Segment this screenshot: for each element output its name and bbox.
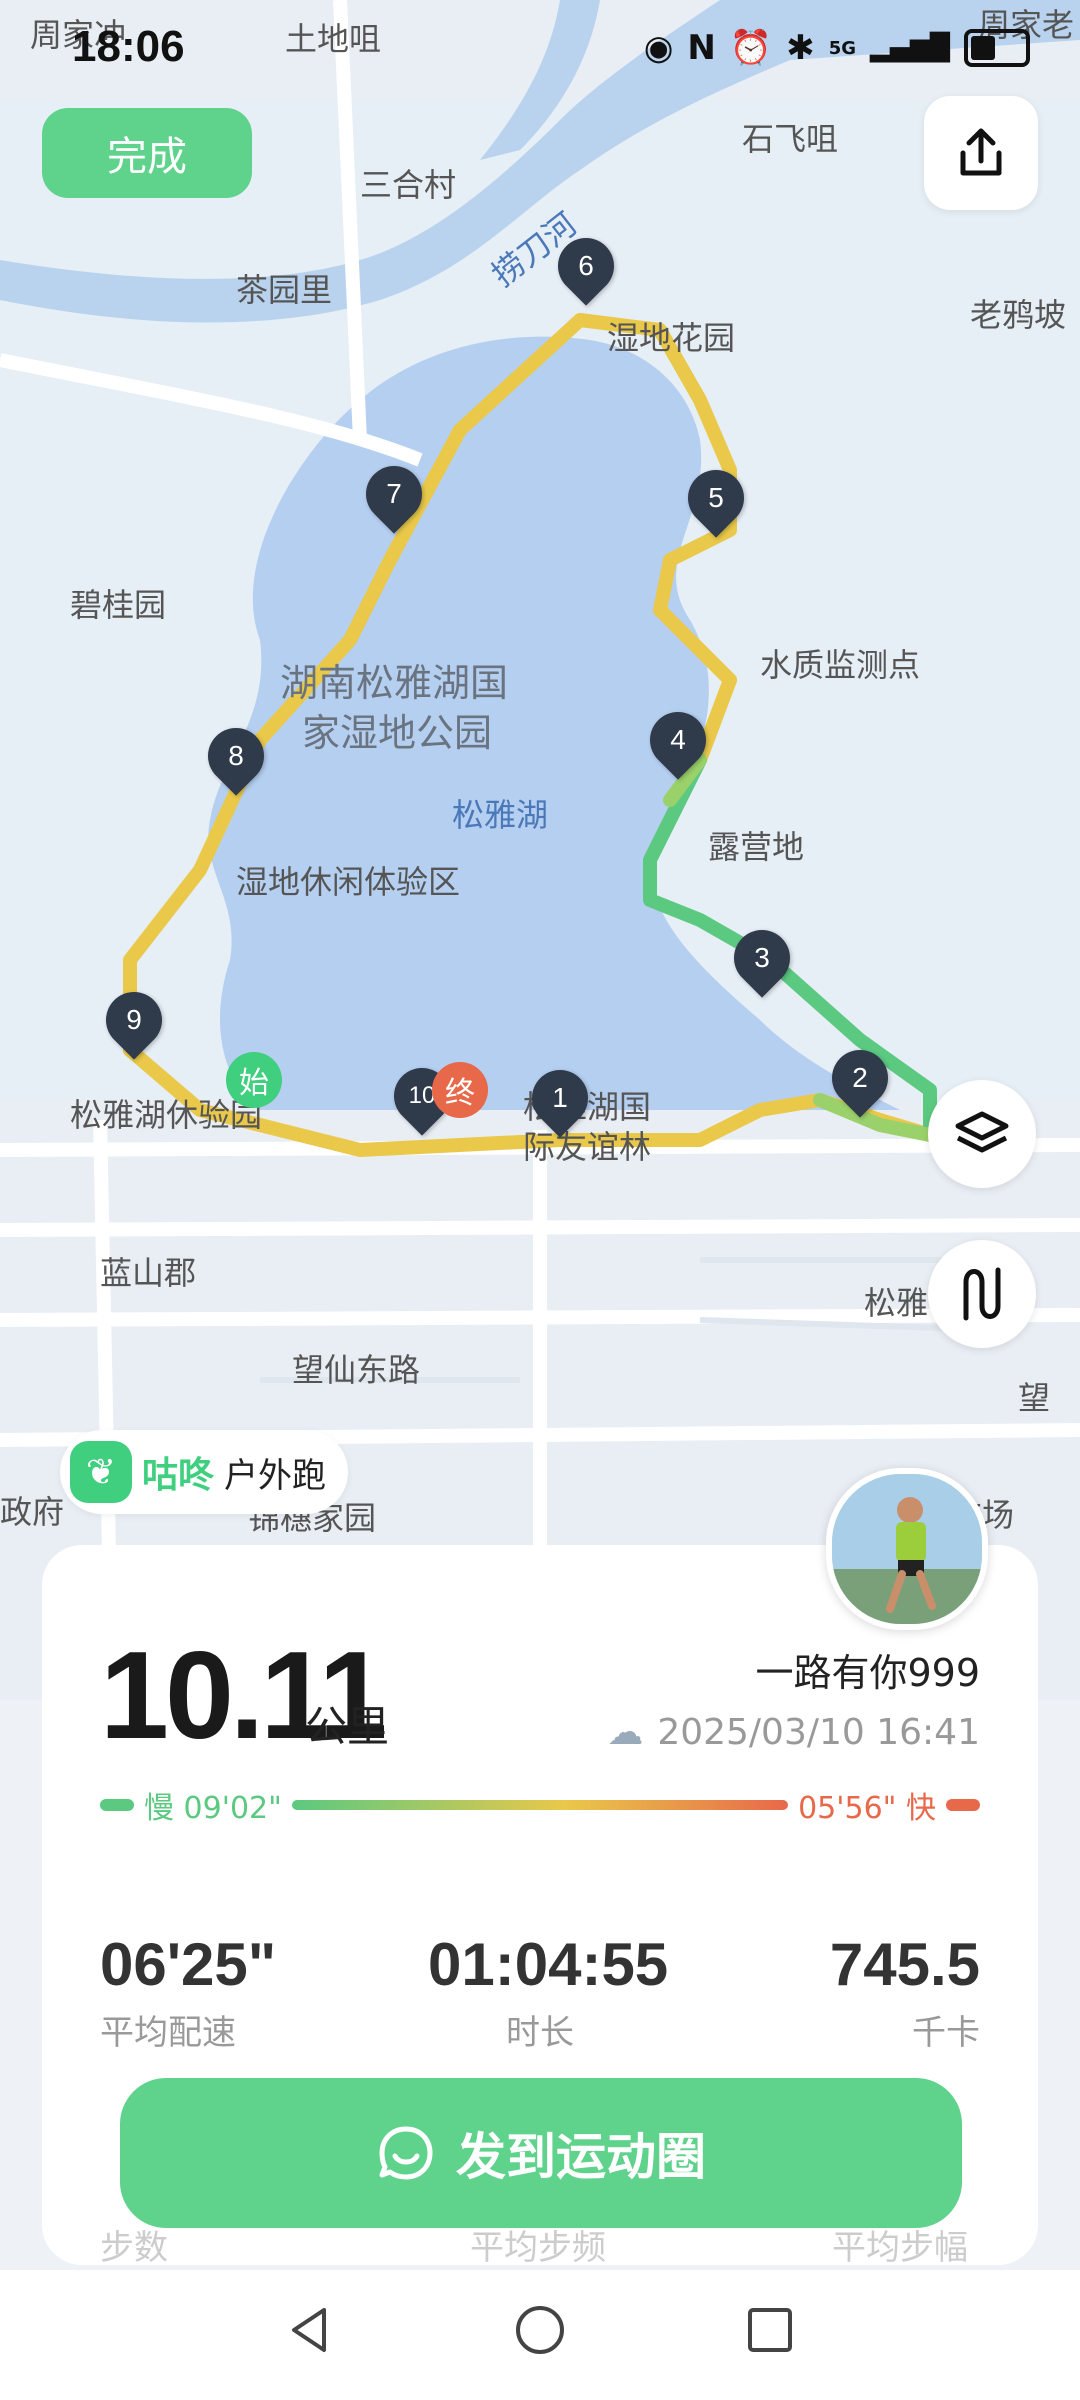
run-datetime: ☁ 2025/03/10 16:41 (607, 1712, 980, 1753)
avatar[interactable] (826, 1468, 988, 1630)
map-label-lake: 松雅湖 (452, 796, 549, 834)
end-marker: 终 (432, 1062, 488, 1118)
km-marker-1: 1 (520, 1058, 600, 1138)
status-time: 18:06 (72, 22, 185, 71)
stat-calories: 745.5 千卡 (830, 1930, 980, 2054)
done-button[interactable]: 完成 (42, 108, 252, 198)
share-icon (960, 128, 1002, 176)
map-label: 蓝山郡 (100, 1254, 197, 1292)
slow-pace-label: 慢 09'02" (144, 1791, 282, 1826)
stat-avg-pace: 06'25" 平均配速 (100, 1930, 276, 2054)
map-label: 茶园里 (236, 271, 333, 309)
km-marker-8: 8 (196, 716, 276, 796)
pace-legend: 慢 09'02" 05'56" 快 (100, 1780, 980, 1830)
back-icon[interactable] (280, 2300, 340, 2360)
stat-value: 01:04:55 (428, 1931, 669, 1998)
bluetooth-icon: ✱ (786, 28, 815, 68)
km-marker-9: 9 (94, 980, 174, 1060)
fast-dot (946, 1799, 980, 1811)
map-label: 石飞咀 (742, 120, 839, 158)
stat-label: 时长 (506, 2013, 574, 2053)
map-label: 望 (1018, 1379, 1051, 1417)
weather-cloudy-icon: ☁ (607, 1712, 644, 1753)
map-label: 湿地休闲体验区 (236, 863, 461, 901)
post-to-feed-button[interactable]: 发到运动圈 (120, 2078, 962, 2228)
nfc-icon: N (687, 28, 716, 68)
user-name: 一路有你999 (755, 1651, 980, 1695)
map-label: 三合村 (360, 166, 457, 204)
stat-duration: 01:04:55 时长 (428, 1930, 668, 2054)
recents-icon[interactable] (740, 2300, 800, 2360)
chat-smile-icon (379, 2126, 433, 2180)
map-label: 水质监测点 (760, 646, 921, 684)
start-marker: 始 (226, 1052, 282, 1108)
datetime-text: 2025/03/10 16:41 (657, 1712, 980, 1753)
km-marker-5: 5 (676, 458, 756, 538)
stat-label: 千卡 (912, 2013, 980, 2053)
stat-label: 平均配速 (100, 2013, 236, 2053)
layers-icon (955, 1111, 1009, 1153)
slow-dot (100, 1799, 134, 1811)
codoon-logo-icon: ❦ (70, 1441, 132, 1503)
signal-icon: ▂▄▆█ (870, 33, 950, 63)
stat-value: 06'25" (100, 1931, 277, 1998)
activity-type: 户外跑 (224, 1455, 327, 1496)
pace-gradient-bar (291, 1800, 789, 1810)
brand-name: 咕咚 (142, 1455, 215, 1496)
route-icon (963, 1267, 1001, 1321)
map-label: 碧桂园 (70, 586, 167, 624)
map-label-park: 家湿地公园 (302, 711, 493, 755)
map-label: 望仙东路 (292, 1351, 421, 1389)
system-nav-bar (0, 2270, 1080, 2400)
map-label: 松雅 (864, 1284, 929, 1322)
km-marker-3: 3 (722, 918, 802, 998)
share-button[interactable] (924, 96, 1038, 210)
status-bar: 18:06 ◉ N ⏰ ✱ 5G ▂▄▆█ (0, 0, 1080, 100)
map-label-park: 湖南松雅湖国 (280, 661, 509, 705)
alarm-icon: ⏰ (729, 28, 773, 68)
eye-icon: ◉ (643, 28, 674, 68)
km-marker-4: 4 (638, 700, 718, 780)
map-label: 际友谊林 (523, 1128, 652, 1166)
route-style-button[interactable] (928, 1240, 1036, 1348)
map-label: 湿地花园 (607, 319, 736, 357)
map-label: 露营地 (708, 828, 805, 866)
distance-unit: 公里 (305, 1702, 390, 1751)
network-label: 5G (828, 37, 857, 59)
home-icon[interactable] (510, 2300, 570, 2360)
post-button-label: 发到运动圈 (456, 2128, 706, 2186)
battery-icon (964, 29, 1030, 67)
km-marker-7: 7 (354, 454, 434, 534)
fast-pace-label: 05'56" 快 (798, 1791, 936, 1826)
map-layers-button[interactable] (928, 1080, 1036, 1188)
map-label: 老鸦坡 (970, 296, 1067, 334)
status-icons: ◉ N ⏰ ✱ 5G ▂▄▆█ (644, 28, 1030, 68)
map-label: 政府 (0, 1493, 65, 1531)
km-marker-2: 2 (820, 1038, 900, 1118)
brand-badge: ❦ 咕咚 户外跑 (60, 1430, 349, 1514)
km-marker-6: 6 (546, 226, 626, 306)
stat-value: 745.5 (829, 1931, 980, 1998)
